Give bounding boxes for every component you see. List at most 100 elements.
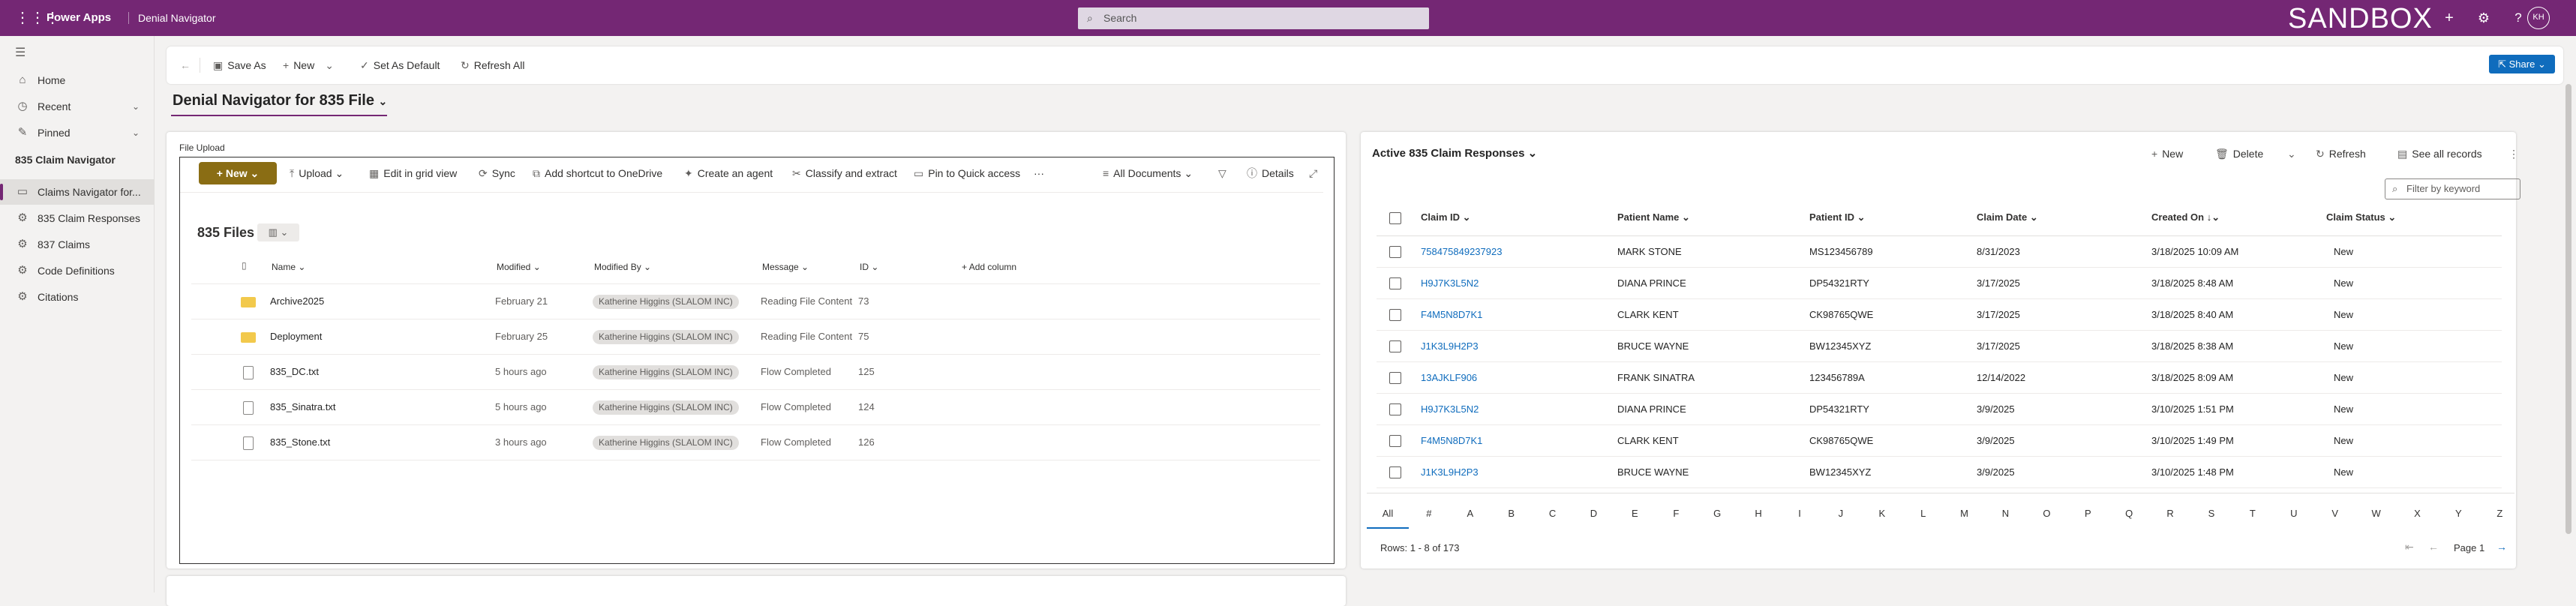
- row-checkbox[interactable]: [1389, 278, 1401, 290]
- app-name[interactable]: Power Apps: [47, 0, 111, 36]
- sync-button[interactable]: ⟳ Sync: [479, 157, 515, 190]
- view-selector[interactable]: ≡ All Documents ⌄: [1103, 157, 1193, 190]
- table-row[interactable]: 835_Stone.txt 3 hours ago Katherine Higg…: [191, 425, 1320, 460]
- table-row[interactable]: Deployment February 25 Katherine Higgins…: [191, 320, 1320, 355]
- grid-refresh-button[interactable]: ↻ Refresh: [2316, 137, 2366, 170]
- file-modified-by[interactable]: Katherine Higgins (SLALOM INC): [593, 425, 739, 460]
- filter-keyword-input[interactable]: ⌕ Filter by keyword: [2385, 178, 2520, 200]
- hamburger-icon[interactable]: ☰: [15, 45, 26, 60]
- jump-letter[interactable]: L: [1912, 499, 1935, 529]
- jump-letter[interactable]: H: [1747, 499, 1770, 529]
- nav-code-definitions[interactable]: ⚙ Code Definitions: [0, 258, 155, 284]
- table-row[interactable]: 835_DC.txt 5 hours ago Katherine Higgins…: [191, 355, 1320, 390]
- file-modified-by[interactable]: Katherine Higgins (SLALOM INC): [593, 390, 739, 424]
- claim-id-link[interactable]: F4M5N8D7K1: [1421, 299, 1482, 331]
- library-views-icon[interactable]: ▥ ⌄: [257, 224, 299, 242]
- filter-icon[interactable]: ▽: [1218, 157, 1226, 190]
- claim-id-link[interactable]: J1K3L9H2P3: [1421, 331, 1479, 362]
- jump-letter[interactable]: I: [1788, 499, 1811, 529]
- row-checkbox[interactable]: [1389, 404, 1401, 416]
- table-row[interactable]: 758475849237923 MARK STONE MS123456789 8/31…: [1377, 236, 2502, 268]
- jump-letter[interactable]: B: [1500, 499, 1523, 529]
- file-name[interactable]: 835_DC.txt: [270, 355, 319, 389]
- add-column-button[interactable]: + Add column: [962, 262, 1016, 272]
- col-id[interactable]: ID ⌄: [860, 262, 878, 272]
- subgrid-title[interactable]: Active 835 Claim Responses ⌄: [1372, 146, 1537, 160]
- back-icon[interactable]: ←: [180, 46, 191, 84]
- table-row[interactable]: 13AJKLF906 FRANK SINATRA 123456789A 12/14/2…: [1377, 362, 2502, 394]
- chevron-down-icon[interactable]: ⌄: [379, 95, 388, 107]
- pin-quick-access-button[interactable]: ▭ Pin to Quick access: [914, 157, 1020, 190]
- more-commands-button[interactable]: ···: [1034, 157, 1044, 190]
- see-all-records-button[interactable]: ▤ See all records: [2397, 137, 2482, 170]
- expand-icon[interactable]: ⤢: [1309, 157, 1317, 190]
- col-modified[interactable]: Modified ⌄: [497, 262, 541, 272]
- jump-letter[interactable]: E: [1623, 499, 1646, 529]
- row-checkbox[interactable]: [1389, 435, 1401, 447]
- claim-id-link[interactable]: F4M5N8D7K1: [1421, 425, 1482, 457]
- jump-letter[interactable]: X: [2406, 499, 2429, 529]
- table-row[interactable]: Archive2025 February 21 Katherine Higgin…: [191, 284, 1320, 320]
- upload-button[interactable]: ⤒ Upload ⌄: [290, 157, 344, 190]
- set-default-button[interactable]: ✓ Set As Default: [360, 46, 440, 84]
- row-checkbox[interactable]: [1389, 372, 1401, 384]
- first-page-icon[interactable]: ⇤: [2405, 541, 2414, 554]
- col-claim-date[interactable]: Claim Date ⌄: [1977, 212, 2038, 224]
- grid-delete-button[interactable]: 🗑 Delete: [2215, 137, 2263, 170]
- row-checkbox[interactable]: [1389, 246, 1401, 258]
- claim-id-link[interactable]: H9J7K3L5N2: [1421, 394, 1479, 425]
- share-button[interactable]: ⇱ Share ⌄: [2489, 55, 2555, 74]
- file-name[interactable]: 835_Stone.txt: [270, 425, 330, 460]
- jump-letter[interactable]: F: [1665, 499, 1687, 529]
- row-checkbox[interactable]: [1389, 466, 1401, 478]
- row-checkbox[interactable]: [1389, 340, 1401, 352]
- add-shortcut-button[interactable]: ⧉ Add shortcut to OneDrive: [533, 157, 662, 190]
- nav-recent[interactable]: ◷ Recent ⌄: [0, 94, 155, 119]
- table-row[interactable]: F4M5N8D7K1 CLARK KENT CK98765QWE 3/17/2025 3…: [1377, 299, 2502, 331]
- page-scrollbar[interactable]: [2565, 84, 2571, 534]
- claim-id-link[interactable]: 758475849237923: [1421, 236, 1502, 268]
- help-icon[interactable]: ?: [2507, 0, 2529, 36]
- search-input[interactable]: ⌕ Search: [1078, 8, 1429, 29]
- col-name[interactable]: Name ⌄: [272, 262, 305, 272]
- jump-letter[interactable]: Y: [2447, 499, 2469, 529]
- table-row[interactable]: 835_Sinatra.txt 5 hours ago Katherine Hi…: [191, 390, 1320, 425]
- add-icon[interactable]: +: [2438, 0, 2460, 36]
- nav-claims-navigator[interactable]: ▭ Claims Navigator for...: [0, 179, 155, 205]
- claim-id-link[interactable]: H9J7K3L5N2: [1421, 268, 1479, 299]
- edit-grid-button[interactable]: ▦ Edit in grid view: [369, 157, 457, 190]
- col-patient-name[interactable]: Patient Name ⌄: [1617, 212, 1690, 224]
- jump-letter[interactable]: Z: [2488, 499, 2511, 529]
- refresh-all-button[interactable]: ↻ Refresh All: [461, 46, 524, 84]
- col-created-on[interactable]: Created On ↓⌄: [2151, 212, 2220, 224]
- form-title[interactable]: Denial Navigator for 835 File ⌄: [173, 90, 387, 112]
- chevron-down-icon[interactable]: ⌄: [132, 94, 140, 119]
- jump-letter[interactable]: U: [2283, 499, 2305, 529]
- jump-letter[interactable]: Q: [2118, 499, 2140, 529]
- file-modified-by[interactable]: Katherine Higgins (SLALOM INC): [593, 284, 739, 319]
- chevron-down-icon[interactable]: ⌄: [325, 59, 334, 71]
- next-page-icon[interactable]: →: [2496, 541, 2507, 553]
- new-button[interactable]: + New ⌄: [283, 46, 338, 84]
- file-name[interactable]: Archive2025: [270, 284, 324, 319]
- file-modified-by[interactable]: Katherine Higgins (SLALOM INC): [593, 320, 739, 354]
- table-row[interactable]: H9J7K3L5N2 DIANA PRINCE DP54321RTY 3/17/202…: [1377, 268, 2502, 299]
- chevron-down-icon[interactable]: ⌄: [2287, 137, 2296, 170]
- table-row[interactable]: H9J7K3L5N2 DIANA PRINCE DP54321RTY 3/9/2025…: [1377, 394, 2502, 425]
- jump-letter[interactable]: C: [1542, 499, 1564, 529]
- claim-id-link[interactable]: 13AJKLF906: [1421, 362, 1477, 394]
- jump-letter[interactable]: P: [2076, 499, 2099, 529]
- save-as-button[interactable]: ▣ Save As: [213, 46, 266, 84]
- sp-new-button[interactable]: + New ⌄: [199, 162, 277, 184]
- file-modified-by[interactable]: Katherine Higgins (SLALOM INC): [593, 355, 739, 389]
- jump-letter[interactable]: J: [1830, 499, 1852, 529]
- nav-835-claim-responses[interactable]: ⚙ 835 Claim Responses: [0, 206, 155, 231]
- jump-letter[interactable]: T: [2241, 499, 2264, 529]
- col-modified-by[interactable]: Modified By ⌄: [594, 262, 651, 272]
- jump-letter[interactable]: All: [1377, 499, 1399, 529]
- table-row[interactable]: J1K3L9H2P3 BRUCE WAYNE BW12345XYZ 3/17/2025…: [1377, 331, 2502, 362]
- create-agent-button[interactable]: ✦ Create an agent: [684, 157, 773, 190]
- nav-837-claims[interactable]: ⚙ 837 Claims: [0, 232, 155, 257]
- jump-letter[interactable]: N: [1995, 499, 2017, 529]
- table-row[interactable]: F4M5N8D7K1 CLARK KENT CK98765QWE 3/9/2025 3/…: [1377, 425, 2502, 457]
